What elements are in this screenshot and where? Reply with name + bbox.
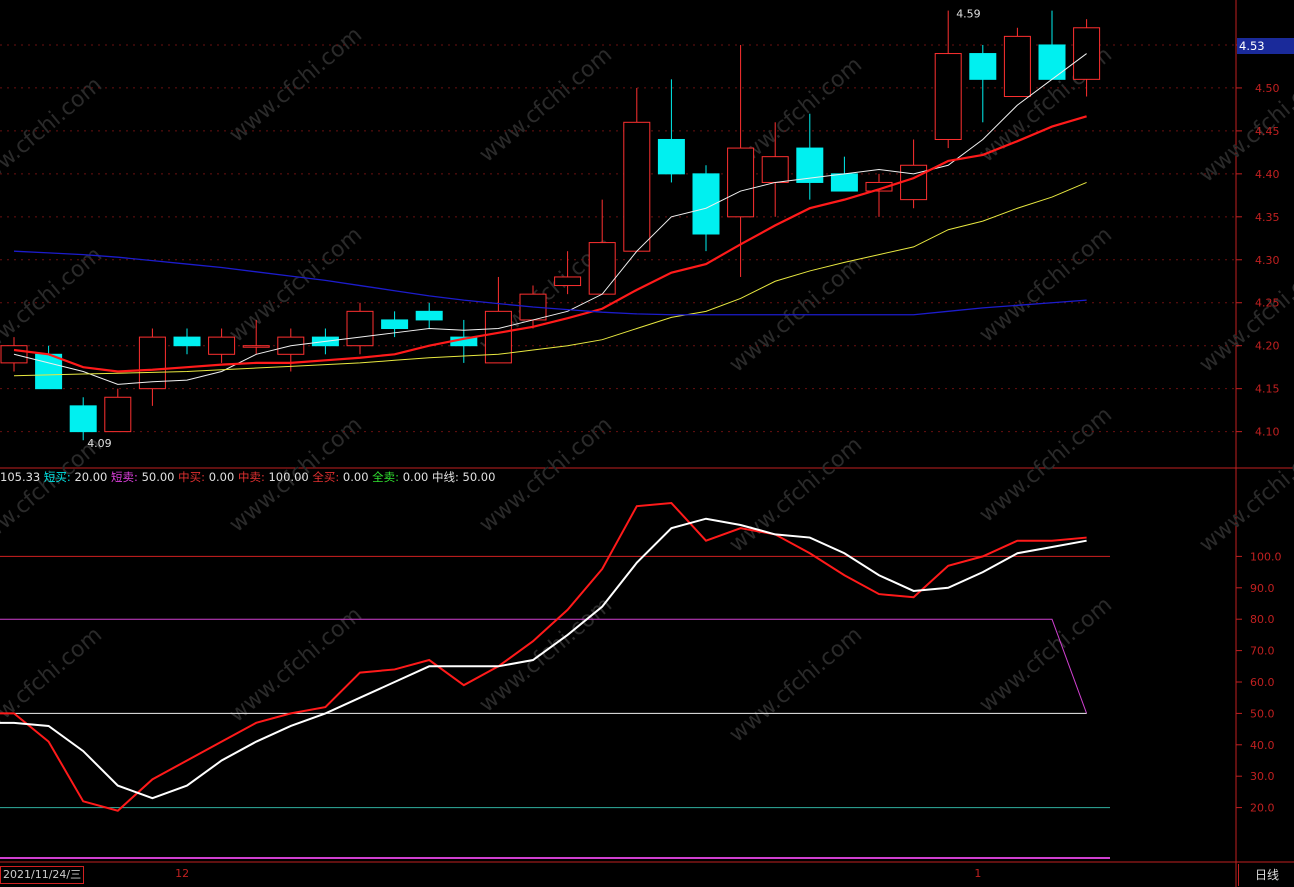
moving-average-line xyxy=(13,115,1087,373)
y-tick-label: 4.35 xyxy=(1255,211,1280,224)
candle-body xyxy=(415,310,443,321)
indicator-label: 短买: xyxy=(43,470,75,484)
y-tick-label: 100.0 xyxy=(1250,550,1282,563)
y-tick-label: 20.0 xyxy=(1250,802,1275,815)
indicator-value: 50.00 xyxy=(462,470,496,484)
watermark-text: www.cfchi.com xyxy=(725,432,867,557)
watermark-text: www.cfchi.com xyxy=(225,22,367,147)
indicator-label: 短卖: xyxy=(107,470,142,484)
candle-body xyxy=(1038,44,1066,80)
candle-body xyxy=(727,147,755,218)
watermark-text: www.cfchi.com xyxy=(975,592,1117,717)
indicator-item: 短卖: 50.00 xyxy=(107,470,174,484)
indicator-value: 0.00 xyxy=(402,470,429,484)
y-tick-label: 60.0 xyxy=(1250,676,1275,689)
y-tick-label: 4.45 xyxy=(1255,125,1280,138)
period-button[interactable]: 日线 xyxy=(1238,864,1294,886)
indicator-value: 0.00 xyxy=(342,470,369,484)
indicator-item: 全卖: 0.00 xyxy=(368,470,429,484)
extreme-annotation: 4.59 xyxy=(956,8,981,21)
y-tick-label: 4.15 xyxy=(1255,383,1280,396)
current-price-tag: 4.53 xyxy=(1237,38,1294,54)
extreme-annotation: 4.09 xyxy=(87,437,112,450)
candle-body xyxy=(761,156,789,183)
watermark-text: www.cfchi.com xyxy=(0,432,107,557)
candle-body xyxy=(1003,35,1031,98)
indicator-value: 0.00 xyxy=(208,470,235,484)
indicator-label: 全卖: xyxy=(368,470,403,484)
y-tick-label: 4.40 xyxy=(1255,168,1280,181)
y-tick-label: 80.0 xyxy=(1250,613,1275,626)
stock-chart[interactable]: www.cfchi.com www.cfchi.com www.cfchi.com w… xyxy=(0,0,1294,887)
watermark-text: www.cfchi.com xyxy=(725,622,867,747)
candle-body xyxy=(588,242,616,295)
indicator-value: 20.00 xyxy=(74,470,108,484)
watermark-text: www.cfchi.com xyxy=(225,222,367,347)
indicator-label: 全买: xyxy=(308,470,343,484)
y-tick-label: 4.20 xyxy=(1255,340,1280,353)
candle-body xyxy=(173,336,201,347)
indicator-value: 100.00 xyxy=(268,470,309,484)
watermark-text: www.cfchi.com xyxy=(975,402,1117,527)
watermark-text: www.cfchi.com xyxy=(975,222,1117,347)
x-axis-label: 12 xyxy=(175,867,190,880)
y-tick-label: 4.10 xyxy=(1255,426,1280,439)
indicator-item: 中线: 50.00 xyxy=(428,470,495,484)
indicator-value: 50.00 xyxy=(141,470,175,484)
x-axis-label: 1 xyxy=(974,867,982,880)
candle-body xyxy=(104,396,132,433)
candle-body xyxy=(346,310,374,347)
candle-body xyxy=(554,276,582,287)
y-tick-label: 40.0 xyxy=(1250,739,1275,752)
indicator-item: 全买: 0.00 xyxy=(308,470,369,484)
y-tick-label: 90.0 xyxy=(1250,582,1275,595)
candle-body xyxy=(900,164,928,201)
candle-body xyxy=(208,336,236,355)
candle-body xyxy=(657,138,685,175)
y-tick-label: 30.0 xyxy=(1250,770,1275,783)
watermark-text: www.cfchi.com xyxy=(1195,252,1294,377)
indicator-label: 中卖: xyxy=(234,470,269,484)
indicator-item: 短买: 20.00 xyxy=(44,470,107,484)
indicator-label: 中买: xyxy=(174,470,209,484)
watermark-text: www.cfchi.com xyxy=(475,42,617,167)
indicator-item: 中卖: 100.00 xyxy=(234,470,309,484)
candle-body xyxy=(830,173,858,192)
candle-body xyxy=(934,53,962,140)
y-tick-label: 50.0 xyxy=(1250,707,1275,720)
indicator-item: 中买: 0.00 xyxy=(174,470,235,484)
watermark-text: www.cfchi.com xyxy=(0,72,107,197)
candle-body xyxy=(35,353,63,390)
y-tick-label: 4.25 xyxy=(1255,297,1280,310)
candle-body xyxy=(69,405,97,433)
watermark-text: www.cfchi.com xyxy=(225,602,367,727)
y-tick-label: 70.0 xyxy=(1250,645,1275,658)
y-tick-label: 4.50 xyxy=(1255,82,1280,95)
date-label: 2021/11/24/三 xyxy=(0,866,85,884)
candle-body xyxy=(969,53,997,80)
indicator-label: 中线: xyxy=(428,470,463,484)
candle-body xyxy=(623,121,651,252)
watermark-text: www.cfchi.com xyxy=(1195,432,1294,557)
candle-body xyxy=(381,319,409,330)
indicator-prefix: 105.33 xyxy=(0,470,41,484)
candle-body xyxy=(242,345,270,348)
indicator-legend: 105.33 短买: 20.00 短卖: 50.00 中买: 0.00 中卖: … xyxy=(0,469,495,485)
y-tick-label: 4.30 xyxy=(1255,254,1280,267)
